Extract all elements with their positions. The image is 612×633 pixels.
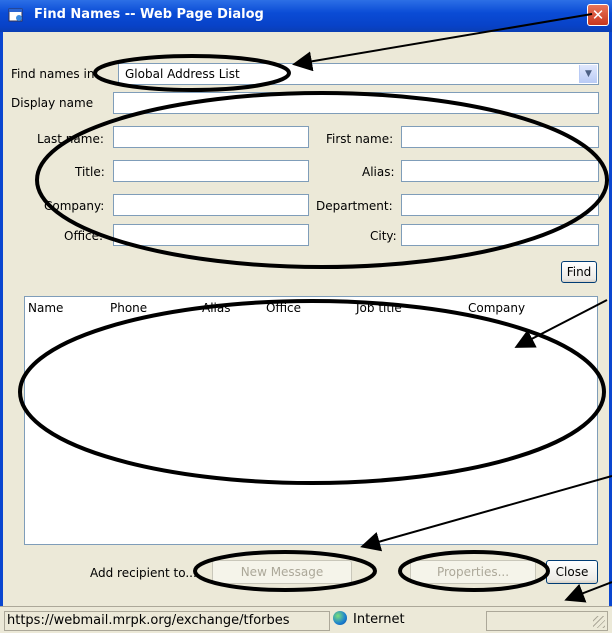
alias-field[interactable]: [401, 160, 599, 182]
last-name-label: Last name:: [37, 132, 104, 146]
company-label: Company:: [44, 199, 105, 213]
find-button[interactable]: Find: [561, 261, 597, 283]
first-name-label: First name:: [326, 132, 394, 146]
city-field[interactable]: [401, 224, 599, 246]
column-header-phone[interactable]: Phone: [110, 301, 147, 315]
status-url: https://webmail.mrpk.org/exchange/tforbe…: [4, 611, 330, 631]
city-label: City:: [370, 229, 397, 243]
properties-button[interactable]: Properties...: [410, 560, 536, 584]
column-header-alias[interactable]: Alias: [202, 301, 230, 315]
find-names-in-label: Find names in:: [11, 67, 99, 81]
office-label: Office:: [64, 229, 104, 243]
address-list-select[interactable]: Global Address List ▼: [118, 63, 599, 85]
office-field[interactable]: [113, 224, 309, 246]
column-header-company[interactable]: Company: [468, 301, 525, 315]
first-name-field[interactable]: [401, 126, 599, 148]
column-header-name[interactable]: Name: [28, 301, 63, 315]
window-title: Find Names -- Web Page Dialog: [34, 7, 264, 22]
results-list[interactable]: Name Phone Alias Office Job title Compan…: [24, 296, 598, 545]
display-name-label: Display name: [11, 96, 94, 110]
display-name-field[interactable]: [113, 92, 599, 114]
chevron-down-icon[interactable]: ▼: [579, 65, 597, 83]
department-label: Department:: [316, 199, 393, 213]
add-recipient-label: Add recipient to...: [90, 566, 197, 580]
new-message-button[interactable]: New Message: [212, 560, 352, 584]
title-label: Title:: [75, 165, 105, 179]
column-header-job-title[interactable]: Job title: [356, 301, 402, 315]
status-bar: https://webmail.mrpk.org/exchange/tforbe…: [0, 606, 612, 633]
title-bar: Find Names -- Web Page Dialog ✕: [0, 0, 612, 32]
close-button[interactable]: Close: [546, 560, 598, 584]
close-icon[interactable]: ✕: [587, 4, 609, 26]
title-field[interactable]: [113, 160, 309, 182]
last-name-field[interactable]: [113, 126, 309, 148]
department-field[interactable]: [401, 194, 599, 216]
dialog-icon: [8, 8, 23, 22]
security-zone-label: Internet: [353, 612, 405, 627]
column-header-office[interactable]: Office: [266, 301, 301, 315]
status-panel: [486, 611, 608, 631]
company-field[interactable]: [113, 194, 309, 216]
globe-icon: [333, 611, 347, 625]
alias-label: Alias:: [362, 165, 395, 179]
security-zone: Internet: [333, 611, 405, 631]
address-list-value: Global Address List: [125, 67, 240, 81]
resize-grip-icon[interactable]: [593, 616, 605, 628]
